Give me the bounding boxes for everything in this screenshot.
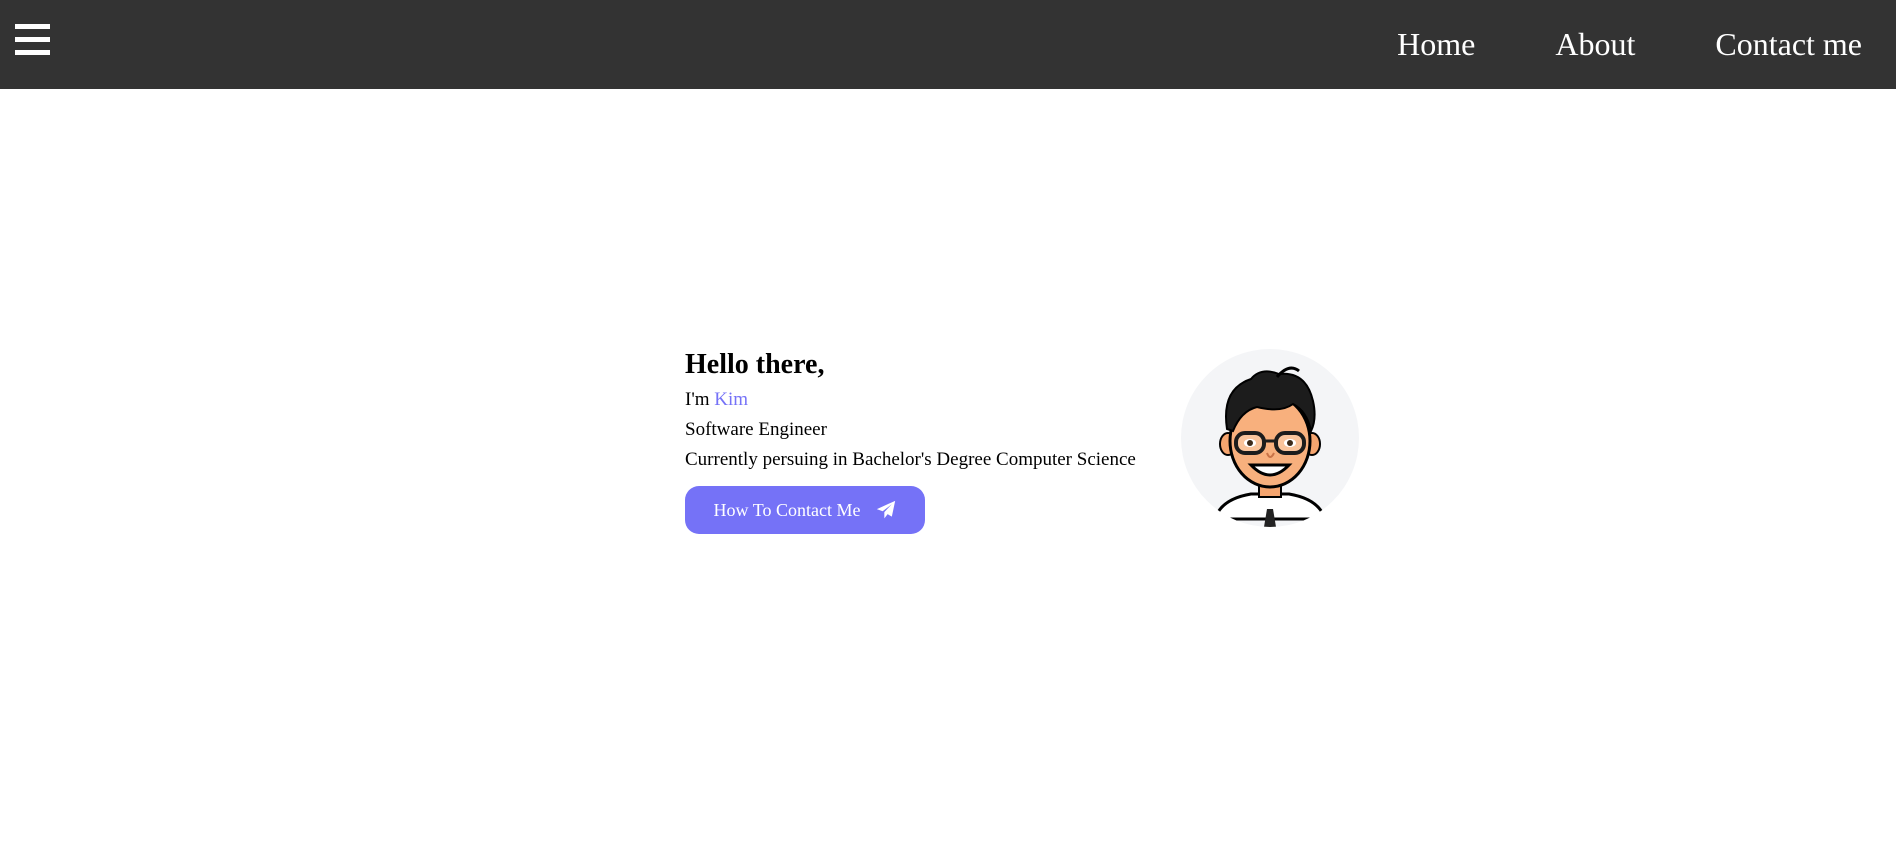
nav-link-contact[interactable]: Contact me <box>1715 26 1862 63</box>
paper-plane-icon <box>876 500 896 520</box>
hero-greeting: Hello there, <box>685 349 825 380</box>
hero-intro: I'm Kim <box>685 385 1136 415</box>
how-to-contact-button[interactable]: How To Contact Me <box>685 486 925 534</box>
hero-education: Currently persuing in Bachelor's Degree … <box>685 449 1136 470</box>
nav-link-about[interactable]: About <box>1555 26 1635 63</box>
hamburger-menu-icon[interactable] <box>15 23 50 57</box>
hero-text: Hello there, I'm Kim Software Engineer C… <box>685 345 1136 534</box>
nav-link-home[interactable]: Home <box>1397 26 1475 63</box>
cartoon-avatar <box>1212 366 1328 527</box>
avatar <box>1181 349 1359 527</box>
hero-name: Kim <box>714 389 749 410</box>
contact-button-label: How To Contact Me <box>713 499 861 520</box>
intro-prefix: I'm <box>685 389 710 410</box>
navbar: Home About Contact me <box>0 0 1896 89</box>
hero-role: Software Engineer <box>685 419 827 440</box>
nav-links: Home About Contact me <box>1397 0 1862 89</box>
